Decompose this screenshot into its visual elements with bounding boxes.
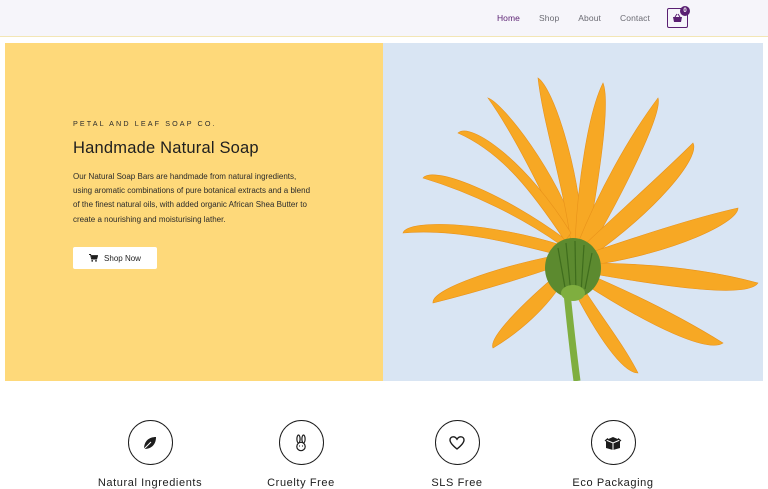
flower-image bbox=[383, 43, 763, 381]
rabbit-icon bbox=[296, 433, 306, 451]
feature-label: Cruelty Free bbox=[267, 477, 335, 489]
feature-icon-circle bbox=[590, 420, 636, 465]
feature-cruelty-free: Cruelty Free bbox=[221, 420, 381, 489]
feature-icon-circle bbox=[434, 420, 480, 465]
feature-natural-ingredients: Natural Ingredients bbox=[70, 420, 230, 489]
leaf-icon bbox=[143, 436, 156, 449]
feature-sls-free: SLS Free bbox=[377, 420, 537, 489]
feature-label: Natural Ingredients bbox=[97, 477, 203, 489]
feature-eco-packaging: Eco Packaging bbox=[533, 420, 693, 489]
heart-icon bbox=[449, 435, 465, 450]
shop-now-label: Shop Now bbox=[104, 253, 141, 263]
feature-label: Eco Packaging bbox=[572, 477, 654, 489]
cart-icon bbox=[89, 254, 99, 262]
main-nav: Home Shop About Contact bbox=[478, 13, 650, 23]
cart-count-badge: 0 bbox=[680, 6, 690, 16]
hero-title: Handmade Natural Soap bbox=[73, 139, 259, 157]
feature-icon-circle bbox=[278, 420, 324, 465]
nav-link-shop[interactable]: Shop bbox=[539, 13, 559, 23]
nav-link-home[interactable]: Home bbox=[497, 13, 520, 23]
top-header: Home Shop About Contact 0 bbox=[0, 0, 768, 37]
hero-description: Our Natural Soap Bars are handmade from … bbox=[73, 172, 311, 224]
nav-link-about[interactable]: About bbox=[578, 13, 601, 23]
feature-icon-circle bbox=[127, 420, 173, 465]
nav-link-contact[interactable]: Contact bbox=[620, 13, 650, 23]
feature-label: SLS Free bbox=[431, 477, 483, 489]
box-icon bbox=[604, 436, 622, 450]
hero-image bbox=[383, 43, 763, 381]
brand-eyebrow: PETAL AND LEAF SOAP CO. bbox=[73, 119, 217, 128]
features-row: Natural Ingredients Cruelty Free SLS Fre… bbox=[0, 420, 768, 489]
shop-now-button[interactable]: Shop Now bbox=[73, 247, 157, 269]
